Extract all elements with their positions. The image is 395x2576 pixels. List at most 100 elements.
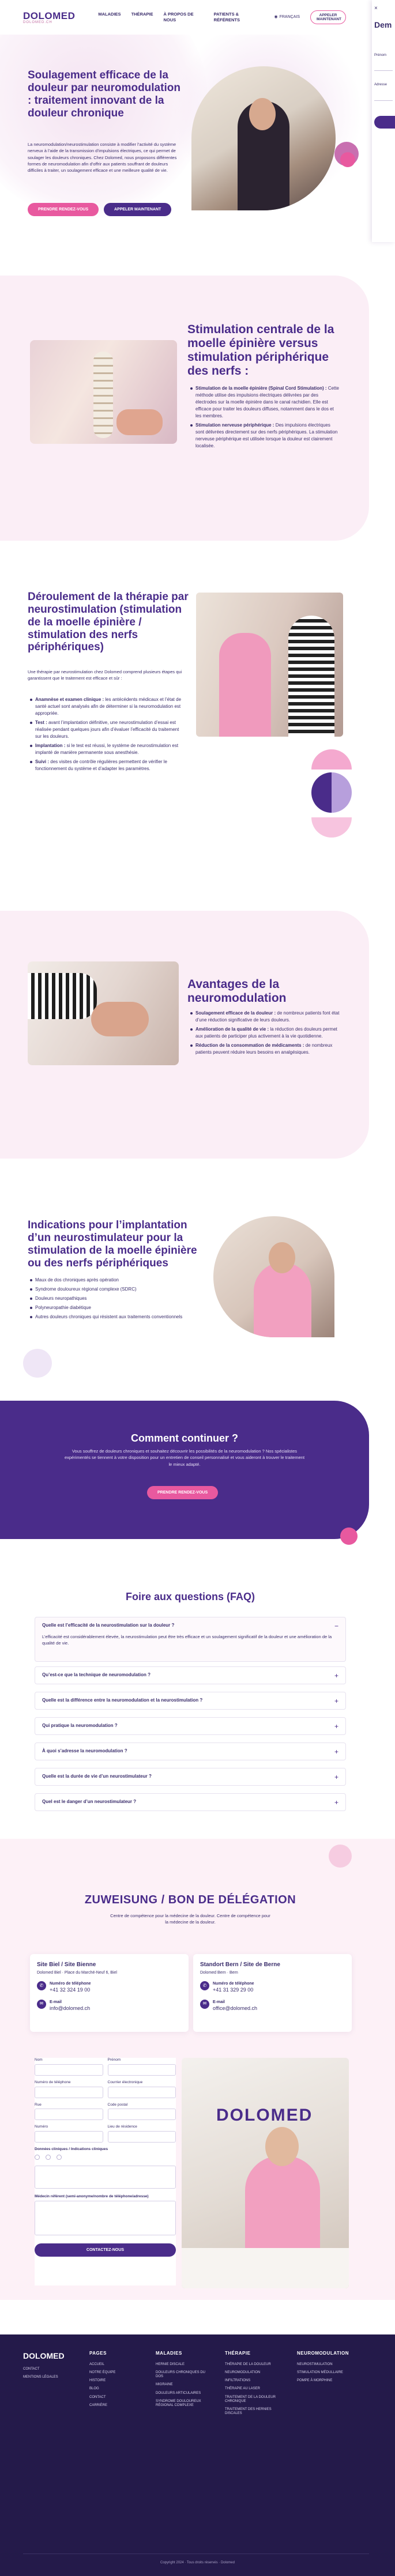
plus-icon[interactable]: + [334,1696,338,1706]
footer-link[interactable]: Contact [89,2396,141,2400]
email-input[interactable] [107,2086,176,2098]
language-selector[interactable]: ◉ FRANÇAIS [274,14,300,20]
plus-icon[interactable]: + [334,1722,338,1731]
faq-item[interactable]: Qui pratique la neuromodulation ? + [35,1717,346,1735]
footer-link[interactable]: Contact [23,2367,65,2371]
plus-icon[interactable]: + [334,1747,338,1756]
hero-title: Soulagement efficace de la douleur par n… [28,69,180,119]
footer-link[interactable]: Mentions légales [23,2375,65,2379]
nav-therapie[interactable]: THÉRAPIE [131,12,153,23]
close-icon[interactable]: × [374,5,393,13]
footer-link[interactable]: Migraine [156,2383,213,2387]
footer-link[interactable]: Neuromodulation [225,2371,288,2375]
email-address[interactable]: office@dolomed.ch [213,2005,257,2012]
phone-number[interactable]: +41 32 324 19 00 [50,1986,91,1993]
footer-heading: THÉRAPIE [225,2351,251,2356]
footer-heading: NEUROMODULATION [297,2351,349,2356]
footer-link[interactable]: Thérapie au laser [225,2387,288,2391]
footer-logo[interactable]: DOLOMED [23,2351,65,2362]
copyright: Copyright 2024 · Tous droits réservés · … [160,2561,235,2564]
faq-item[interactable]: Quelle est la durée de vie d’un neurosti… [35,1768,346,1786]
header-call-button[interactable]: APPELER MAINTENANT [310,10,346,25]
drawer-input-line-2[interactable] [374,100,393,101]
faq-item[interactable]: À quoi s’adresse la neuromodulation ? + [35,1743,346,1760]
faq-item-open[interactable]: Quelle est l’efficacité de la neurostimu… [35,1617,346,1662]
footer-link[interactable]: Carrière [89,2404,141,2408]
footer-link[interactable]: Infiltrations [225,2379,288,2383]
hand-shape [116,409,163,435]
spine-model [93,352,113,438]
email-row[interactable]: ✉ E-mail office@dolomed.ch [200,1999,345,2012]
footer-link[interactable]: Neurostimulation [297,2363,360,2367]
footer-col-neuromodulation: NEUROMODULATION Neurostimulation Stimula… [297,2351,360,2387]
minus-icon[interactable]: − [334,1621,338,1631]
hero-appointment-button[interactable]: PRENDRE RENDEZ-VOUS [28,203,99,217]
footer-link[interactable]: Accueil [89,2363,141,2367]
phone-input[interactable] [35,2086,103,2098]
logo-subtext: DOLOMED.CH [23,20,52,24]
radio-option[interactable] [57,2154,62,2160]
language-label: FRANÇAIS [279,15,300,20]
city-input[interactable] [107,2131,176,2143]
faq-item[interactable]: Qu’est-ce que la technique de neuromodul… [35,1666,346,1684]
street-input[interactable] [35,2109,103,2121]
faq-question: Quelle est la différence entre la neurom… [42,1698,203,1703]
globe-icon: ◉ [274,15,278,20]
list-item-title: Suivi : [35,759,50,764]
footer-link[interactable]: Pompe à morphine [297,2379,360,2383]
faq-item[interactable]: Quelle est la différence entre la neurom… [35,1692,346,1710]
photo-face [249,98,276,130]
footer-heading: PAGES [89,2351,107,2356]
faq-item[interactable]: Quel est le danger d’un neurostimulateur… [35,1793,346,1811]
logo[interactable]: DOLOMED DOLOMED.CH [23,11,75,24]
reception-photo: DOLOMED [182,2058,349,2288]
contact-submit-button[interactable]: CONTACTEZ-NOUS [35,2243,176,2257]
firstname-input[interactable] [107,2064,176,2076]
footer-link[interactable]: Syndrome douloureux régional complexe [156,2400,213,2408]
footer-link[interactable]: Douleurs chroniques du dos [156,2371,213,2379]
number-input[interactable] [35,2131,103,2143]
list-item-title: Stimulation nerveuse périphérique : [195,423,274,428]
footer-link[interactable]: Blog [89,2387,141,2391]
postal-code-input[interactable] [107,2109,176,2121]
nav-maladies[interactable]: MALADIES [98,12,121,23]
nav-patients[interactable]: PATIENTS & RÉFÉRENTS [214,12,262,23]
clinical-textarea[interactable] [35,2165,176,2189]
field-label-email: Courrier électronique [107,2080,143,2084]
footer-link[interactable]: Notre équipe [89,2371,141,2375]
footer-link[interactable]: Traitement des hernies discales [225,2408,288,2416]
plus-icon[interactable]: + [334,1671,338,1680]
indications-title: Indications pour l’implantation d’un neu… [28,1219,197,1269]
phone-number[interactable]: +41 31 329 29 00 [213,1986,254,1993]
footer-link[interactable]: Thérapie de la douleur [225,2363,288,2367]
phone-row[interactable]: ✆ Numéro de téléphone +41 31 329 29 00 [200,1981,345,1994]
process-section-title: Déroulement de la thérapie par neurostim… [28,591,189,654]
footer-link[interactable]: Hernie discale [156,2363,213,2367]
email-address[interactable]: info@dolomed.ch [50,2005,90,2012]
drawer-input-line[interactable] [374,70,393,71]
list-item: Maux de dos chroniques après opération [30,1277,189,1284]
footer-link[interactable]: Traitement de la douleur chronique [225,2396,288,2404]
email-row[interactable]: ✉ E-mail info@dolomed.ch [37,1999,182,2012]
list-item-title: Soulagement efficace de la douleur : [195,1010,276,1016]
benefits-title: Avantages de la neuromodulation [187,978,287,1005]
nav-about[interactable]: À PROPOS DE NOUS [163,12,203,23]
cta-text: Vous souffrez de douleurs chroniques et … [64,1449,305,1467]
radio-option[interactable] [35,2154,40,2160]
list-item: Polyneuropathie diabétique [30,1304,189,1311]
plus-icon[interactable]: + [334,1798,338,1807]
hero-call-button[interactable]: APPELER MAINTENANT [104,203,172,217]
referrer-textarea[interactable] [35,2200,176,2235]
name-input[interactable] [35,2064,103,2076]
list-item-text: avant l’implantation définitive, une neu… [35,720,179,739]
drawer-submit-button[interactable] [374,115,395,129]
phone-row[interactable]: ✆ Numéro de téléphone +41 32 324 19 00 [37,1981,182,1994]
contact-subtitle: Centre de compétence pour la médecine de… [110,1913,270,1925]
footer-link[interactable]: Douleurs articulaires [156,2392,213,2396]
radio-option[interactable] [46,2154,51,2160]
footer-link[interactable]: Stimulation médullaire [297,2371,360,2375]
location-address: Dolomed Biel · Place du Marché-Neuf 6, B… [37,1970,117,1975]
plus-icon[interactable]: + [334,1772,338,1782]
footer-link[interactable]: Histoire [89,2379,141,2383]
cta-appointment-button[interactable]: PRENDRE RENDEZ-VOUS [147,1486,219,1500]
